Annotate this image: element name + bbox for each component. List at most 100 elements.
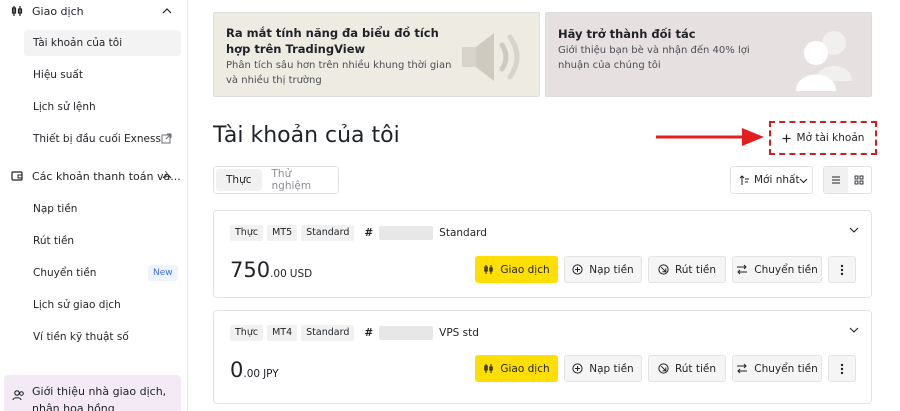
users-icon [12,390,24,401]
banner-title: Hãy trở thành đối tác [558,27,696,41]
balance-decimal: .00 [270,268,287,280]
view-toggle [823,166,872,194]
more-options-button[interactable] [828,355,856,382]
list-icon [831,176,840,184]
trading-icon [484,265,494,274]
sidebar-item-label: Lịch sử lệnh [33,101,96,113]
sidebar-item-label: Hiệu suất [33,69,83,81]
deposit-label: Nạp tiền [589,263,634,276]
withdraw-label: Rút tiền [674,362,717,375]
withdraw-icon [658,363,669,374]
transfer-button[interactable]: Chuyển tiền [732,256,822,283]
withdraw-button[interactable]: Rút tiền [648,355,726,382]
sidebar-item-crypto-wallet[interactable]: Ví tiền kỹ thuật số [24,324,181,350]
balance-integer: 750 [230,258,271,282]
account-name: VPS std [439,327,479,339]
more-vertical-icon [840,264,844,275]
external-link-icon [161,133,172,144]
sidebar-section-label: Giao dịch [32,4,84,18]
chevron-down-icon[interactable] [849,325,859,335]
plus-icon [782,134,791,142]
chevron-down-icon [799,178,808,184]
account-id: # Standard [364,226,487,240]
sidebar-item-deposit[interactable]: Nạp tiền [24,196,181,222]
chevron-down-icon[interactable] [849,225,859,235]
banner-title: Ra mắt tính năng đa biểu đồ tích hợp trê… [226,26,439,56]
account-balance: 750 .00 USD [230,258,312,282]
more-vertical-icon [840,363,844,374]
sidebar-item-label: Thiết bị đầu cuối Exness [33,133,161,145]
trade-button[interactable]: Giao dịch [475,355,558,382]
sort-icon [739,175,749,185]
account-class-tag: Standard [301,325,355,341]
open-account-button[interactable]: Mở tài khoản [769,121,877,155]
deposit-label: Nạp tiền [589,362,634,375]
sidebar-item-exness-terminal[interactable]: Thiết bị đầu cuối Exness [24,126,181,152]
list-view-button[interactable] [824,167,848,193]
sidebar-section-label: Các khoản thanh toán và... [32,169,181,183]
sidebar-item-label: Tài khoản của tôi [33,37,123,49]
transfer-button[interactable]: Chuyển tiền [732,355,822,382]
deposit-icon [572,363,583,374]
sort-label: Mới nhất [754,174,800,186]
account-type-tag: Thực [230,325,264,341]
open-account-label: Mở tài khoản [796,132,865,144]
deposit-button[interactable]: Nạp tiền [564,355,642,382]
account-class-tag: Standard [301,225,355,241]
grid-icon [854,175,864,185]
partner-banner[interactable]: Hãy trở thành đối tác Giới thiệu bạn bè … [545,12,872,97]
balance-currency: JPY [263,368,279,380]
sidebar-item-label: Nạp tiền [33,203,78,215]
account-id: # VPS std [364,326,479,340]
chevron-up-icon [162,173,172,179]
more-options-button[interactable] [828,256,856,283]
chevron-up-icon [162,8,172,14]
sidebar-item-order-history[interactable]: Lịch sử lệnh [24,94,181,120]
withdraw-button[interactable]: Rút tiền [648,256,726,283]
tradingview-banner[interactable]: Ra mắt tính năng đa biểu đồ tích hợp trê… [213,12,540,97]
sidebar-item-transaction-history[interactable]: Lịch sử giao dịch [24,292,181,318]
withdraw-icon [658,264,669,275]
account-actions: Giao dịch Nạp tiền Rút tiền Chuyển tiền [475,355,856,382]
tab-demo[interactable]: Thử nghiệm [262,168,337,192]
deposit-icon [572,264,583,275]
trading-icon [484,364,494,373]
balance-integer: 0 [230,358,244,382]
people-icon [796,31,852,91]
sidebar-item-transfer[interactable]: Chuyển tiền New [24,260,181,286]
deposit-button[interactable]: Nạp tiền [564,256,642,283]
sort-dropdown[interactable]: Mới nhất [730,166,813,194]
sidebar-section-trading[interactable]: Giao dịch [0,0,188,22]
grid-view-button[interactable] [848,167,872,193]
trade-button[interactable]: Giao dịch [475,256,558,283]
transfer-icon [737,363,748,374]
sidebar-item-performance[interactable]: Hiệu suất [24,62,181,88]
sidebar-item-label: Ví tiền kỹ thuật số [33,331,129,343]
account-hash: # [364,327,374,339]
platform-tag: MT5 [267,225,298,241]
sidebar: Giao dịch Tài khoản của tôi Hiệu suất Lị… [0,0,188,411]
trade-label: Giao dịch [500,263,550,276]
transfer-label: Chuyển tiền [754,263,818,276]
tab-real[interactable]: Thực [216,169,262,191]
account-tags: Thực MT5 Standard # Standard [230,225,487,241]
banner-description: Giới thiệu bạn bè và nhận đến 40% lợi nh… [558,45,750,71]
sidebar-item-withdraw[interactable]: Rút tiền [24,228,181,254]
balance-currency: USD [289,268,313,280]
sidebar-item-label: Chuyển tiền [33,267,97,279]
trading-icon [11,6,23,16]
sidebar-item-label: Lịch sử giao dịch [33,299,121,311]
balance-decimal: .00 [243,368,261,380]
account-type-tabs: Thực Thử nghiệm [213,166,339,194]
sidebar-item-my-accounts[interactable]: Tài khoản của tôi [24,30,181,56]
account-name: Standard [439,227,487,239]
account-tags: Thực MT4 Standard # VPS std [230,325,479,341]
banner-description: Phân tích sâu hơn trên nhiều khung thời … [226,60,452,86]
trade-label: Giao dịch [500,362,550,375]
redacted-account-number [379,326,434,340]
sidebar-section-payments[interactable]: Các khoản thanh toán và... [0,165,188,187]
account-card[interactable]: Thực MT5 Standard # Standard 750 .00 USD… [213,210,872,298]
account-card[interactable]: Thực MT4 Standard # VPS std 0 .00 JPY Gi… [213,310,872,404]
speaker-icon [462,33,520,81]
sidebar-item-referral[interactable]: Giới thiệu nhà giao dịch, nhận hoa hồng [4,375,181,411]
